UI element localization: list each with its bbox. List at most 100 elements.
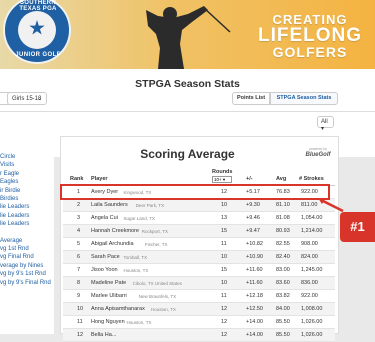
sidebar-stat-link[interactable]: lie Leaders (0, 213, 29, 219)
cell-pm: +9.47 (246, 228, 260, 234)
cell-pm: +12.50 (246, 306, 263, 312)
cell-name[interactable]: Angela Cui (91, 215, 118, 221)
table-row[interactable]: 9 Marlee Ulibarri 11 +12.18 83.82 922.00 New B… (63, 290, 335, 303)
table-row[interactable]: 8 Madeline Pate 10 +11.60 83.60 836.00 Cibolo,… (63, 277, 335, 290)
sidebar-stat-link[interactable]: vg 1st Rnd (0, 246, 29, 252)
cell-avg: 80.93 (276, 228, 290, 234)
cell-name[interactable]: Anna Apisamthanarax (91, 306, 145, 312)
table-row[interactable]: 6 Sarah Pace 10 +10.90 82.40 824.00 Tomball, T… (63, 251, 335, 264)
table-row[interactable]: 11 Hong Nguyen 12 +14.00 85.50 1,026.00 Housto… (63, 316, 335, 329)
cell-rank: 9 (77, 293, 81, 299)
table-row[interactable]: 12 Bella Ha... 12 +14.00 85.50 1,026.00 (63, 329, 335, 342)
logo-bottom-text: JUNIOR GOLF (15, 52, 61, 58)
division-select[interactable]: Girls 15-18 ⌄ (7, 92, 47, 105)
cell-rounds: 11 (221, 293, 227, 299)
cell-pm: +11.60 (246, 267, 263, 273)
sidebar-stat-link[interactable]: verage by Nines (0, 263, 43, 269)
sidebar-stat-link[interactable]: Average (0, 238, 22, 244)
table-row[interactable]: 3 Angela Cui 13 +9.46 81.08 1,054.00 Sugar Lan… (63, 212, 335, 225)
cell-strokes: 908.00 (301, 241, 318, 247)
header-banner: SOUTHERN TEXAS PGA JUNIOR GOLF CREATING … (0, 0, 375, 69)
tagline-line-3: GOLFERS (272, 44, 348, 60)
tagline-line-2: LIFELONG (257, 25, 363, 46)
cell-rounds: 11 (221, 241, 227, 247)
highlight-box (60, 184, 330, 200)
cell-strokes: 1,008.00 (301, 306, 323, 312)
sidebar-stat-link[interactable]: lie Leaders (0, 221, 29, 227)
sidebar-stat-link[interactable]: ir Birdie (0, 188, 20, 194)
sidebar-stat-link[interactable]: Birdies (0, 196, 18, 202)
sidebar-stat-link[interactable]: Eagles (0, 179, 18, 185)
header-rank[interactable]: Rank (70, 176, 83, 182)
table-row[interactable]: 7 Jisoo Yoon 15 +11.60 83.00 1,245.00 Houston,… (63, 264, 335, 277)
cell-name[interactable]: Marlee Ulibarri (91, 293, 127, 299)
cell-name[interactable]: Madeline Pate (91, 280, 126, 286)
cell-rounds: 15 (221, 267, 228, 273)
sidebar-stat-link[interactable]: vg Final Rnd (0, 254, 34, 260)
cell-rank: 11 (77, 319, 83, 325)
filter-select[interactable]: All ▾ (317, 116, 334, 132)
rounds-filter-select[interactable]: 10+ ▾ (212, 176, 232, 183)
header-player[interactable]: Player (91, 176, 108, 182)
cell-rounds: 10 (221, 254, 228, 260)
golfer-silhouette-icon (146, 6, 231, 69)
bluegolf-logo: BlueGolf (305, 151, 331, 158)
arrow-icon (318, 198, 344, 213)
sidebar-stat-link[interactable]: r Eagle (0, 171, 19, 177)
cell-rank: 8 (77, 280, 81, 286)
cell-location: Houston, TX (150, 306, 176, 312)
cell-pm: +10.90 (246, 254, 263, 260)
cell-rank: 7 (77, 267, 81, 273)
cell-rank: 10 (77, 306, 84, 312)
powered-by-bluegolf[interactable]: powered by BlueGolf (300, 147, 336, 158)
cell-rounds: 12 (221, 319, 228, 325)
cell-rounds: 12 (221, 332, 228, 338)
rounds-filter-value: 10+ (214, 177, 222, 182)
chevron-down-icon: ▾ (321, 126, 325, 132)
sidebar-stat-link[interactable]: vg by 9's 1st Rnd (0, 271, 46, 277)
cell-avg: 82.55 (276, 241, 290, 247)
cell-rounds: 12 (221, 306, 228, 312)
cell-name[interactable]: Abigail Archundia (91, 241, 134, 247)
season-stats-button[interactable]: STPGA Season Stats (270, 92, 338, 105)
powered-by-text: powered by (308, 147, 328, 151)
cell-name[interactable]: Laila Saunders (91, 202, 128, 208)
cell-strokes: 1,026.00 (301, 332, 323, 338)
points-list-button[interactable]: Points List (232, 92, 270, 105)
cell-avg: 81.08 (276, 215, 290, 221)
cell-pm: +9.46 (246, 215, 260, 221)
sidebar-stat-link[interactable]: lie Leaders (0, 204, 29, 210)
cell-name[interactable]: Hannah Creekmore (91, 228, 139, 234)
header-strokes[interactable]: # Strokes (299, 176, 324, 182)
cell-name[interactable]: Hong Nguyen (91, 319, 125, 325)
page-title: STPGA Season Stats (135, 78, 240, 90)
cell-pm: +14.00 (246, 319, 263, 325)
cell-rank: 3 (77, 215, 81, 221)
cell-strokes: 824.00 (301, 254, 318, 260)
table-row[interactable]: 4 Hannah Creekmore 15 +9.47 80.93 1,214.00 Roc… (63, 225, 335, 238)
cell-avg: 81.10 (276, 202, 290, 208)
table-row[interactable]: 2 Laila Saunders 10 +9.30 81.10 811.00 Deer Pa… (63, 199, 335, 212)
sidebar-stat-link[interactable]: Visits (0, 162, 14, 168)
cell-avg: 82.40 (276, 254, 290, 260)
cell-pm: +14.00 (246, 332, 263, 338)
cell-name[interactable]: Sarah Pace (91, 254, 120, 260)
logo-top-text: SOUTHERN TEXAS PGA (19, 0, 57, 12)
table-row[interactable]: 5 Abigail Archundia 11 +10.82 82.55 908.00 Fis… (63, 238, 335, 251)
stpga-logo[interactable]: SOUTHERN TEXAS PGA JUNIOR GOLF (3, 0, 71, 64)
header-rounds[interactable]: Rounds (212, 169, 232, 175)
cell-pm: +9.30 (246, 202, 260, 208)
cell-strokes: 1,054.00 (301, 215, 323, 221)
cell-strokes: 811.00 (301, 202, 318, 208)
cell-rank: 4 (77, 228, 81, 234)
table-row[interactable]: 10 Anna Apisamthanarax 12 +12.50 84.00 1,008.… (63, 303, 335, 316)
cell-name[interactable]: Bella Ha... (91, 332, 116, 338)
header-plus-minus[interactable]: +/- (246, 176, 253, 182)
cell-rounds: 15 (221, 228, 228, 234)
cell-location: Cibolo, TX United States (132, 280, 182, 286)
cell-strokes: 836.00 (301, 280, 318, 286)
cell-name[interactable]: Jisoo Yoon (91, 267, 118, 273)
sidebar-stat-link[interactable]: vg by 9's Final Rnd (0, 280, 51, 286)
banner-tagline: CREATING LIFELONG GOLFERS (252, 13, 368, 59)
header-avg[interactable]: Avg (276, 176, 286, 182)
